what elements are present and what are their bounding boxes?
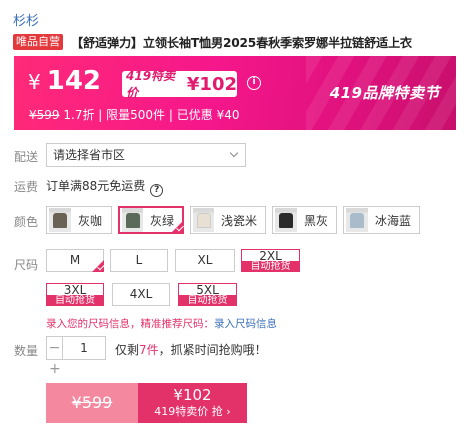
info-icon[interactable]: i <box>247 76 261 90</box>
delivery-label: 配送 <box>14 150 39 164</box>
size-info-link[interactable]: 录入尺码信息 <box>214 318 277 330</box>
self-operated-badge: 唯品自营 <box>13 34 63 50</box>
color-option-huika[interactable]: 灰咖 <box>46 206 112 234</box>
shipping-label: 运费 <box>14 180 39 194</box>
quantity-stepper: − 1 <box>46 336 106 360</box>
limited-quantity: | 限量500件 <box>98 108 166 122</box>
color-option-label: 浅瓷米 <box>220 213 257 228</box>
quantity-label: 数量 <box>14 344 39 358</box>
size-hint-text: 录入您的尺码信息，精准推荐尺码： <box>46 318 214 330</box>
stock-count: 7件 <box>139 343 159 357</box>
price-value: 142 <box>46 66 102 96</box>
product-title-row: 唯品自营 【舒适弹力】立领长袖T恤男2025春秋季索罗娜半拉链舒适上衣 <box>13 33 462 51</box>
buy-original-price-button[interactable]: ¥599 <box>46 383 138 423</box>
stock-suffix: ，抓紧时间抢购哦！ <box>158 343 267 357</box>
sale-button-action: 419特卖价 抢 › <box>154 405 231 418</box>
quantity-plus-button[interactable]: + <box>49 361 61 377</box>
discount-rate: 1.7折 <box>63 108 95 122</box>
currency-symbol: ¥ <box>28 70 41 94</box>
size-option-label: M <box>69 253 81 267</box>
brand-link[interactable]: 杉杉 <box>13 10 39 29</box>
festival-logo: 419品牌特卖节 <box>329 84 440 102</box>
color-option-binghailan[interactable]: 冰海蓝 <box>343 206 420 234</box>
auto-grab-badge: 自动抢货 <box>241 261 300 272</box>
stock-prefix: 仅剩 <box>115 343 140 357</box>
region-select[interactable]: 请选择省市区 <box>46 143 246 167</box>
color-thumbnail <box>193 208 214 232</box>
color-thumbnail <box>346 208 368 232</box>
size-option-5xl[interactable]: 5XL 自动抢货 <box>178 283 237 306</box>
question-icon[interactable]: ? <box>150 184 164 197</box>
size-option-4xl[interactable]: 4XL <box>112 283 170 306</box>
color-thumbnail <box>49 208 71 232</box>
size-option-3xl[interactable]: 3XL 自动抢货 <box>46 283 104 306</box>
original-price: ¥599 <box>29 108 60 122</box>
coupon-saving: | 已优惠 ¥40 <box>168 108 240 122</box>
product-title: 【舒适弹力】立领长袖T恤男2025春秋季索罗娜半拉链舒适上衣 <box>71 36 412 50</box>
sale-price-value: ¥102 <box>186 73 237 95</box>
shipping-info: 订单满88元免运费? <box>46 177 164 197</box>
size-option-xl[interactable]: XL <box>175 249 235 272</box>
price-details: ¥599 1.7折 | 限量500件 | 已优惠 ¥40 <box>29 106 239 123</box>
size-option-2xl[interactable]: 2XL 自动抢货 <box>241 249 300 272</box>
size-option-l[interactable]: L <box>110 249 168 272</box>
color-option-qiancimi[interactable]: 浅瓷米 <box>190 206 266 234</box>
sale-price-label: 419特卖价 <box>126 69 176 100</box>
color-option-label: 冰海蓝 <box>374 213 411 228</box>
stock-notice: 仅剩7件，抓紧时间抢购哦！ <box>115 341 267 358</box>
promo-banner: ¥142 419特卖价 ¥102 i ¥599 1.7折 | 限量500件 | … <box>14 56 456 130</box>
buy-sale-price-button[interactable]: ¥102 419特卖价 抢 › <box>138 383 247 423</box>
color-option-huilv[interactable]: 灰绿 <box>118 206 184 234</box>
quantity-input[interactable]: 1 <box>63 337 105 359</box>
color-label: 颜色 <box>14 215 39 229</box>
size-option-m[interactable]: M <box>46 249 104 272</box>
selected-check-icon <box>171 221 183 233</box>
color-thumbnail <box>122 208 143 232</box>
sale-price-box: 419特卖价 ¥102 <box>122 69 237 100</box>
chevron-down-icon <box>229 148 239 158</box>
shipping-text: 订单满88元免运费 <box>46 179 146 193</box>
sale-button-price: ¥102 <box>173 386 212 404</box>
size-option-label: 4XL <box>129 287 153 301</box>
quantity-minus-button[interactable]: − <box>47 337 63 359</box>
color-option-label: 黑灰 <box>303 213 328 228</box>
region-select-text: 请选择省市区 <box>53 148 126 162</box>
size-hint: 录入您的尺码信息，精准推荐尺码：录入尺码信息 <box>46 316 277 331</box>
selected-check-icon <box>92 260 104 272</box>
auto-grab-badge: 自动抢货 <box>46 295 104 306</box>
size-option-label: L <box>135 253 143 267</box>
size-label: 尺码 <box>14 258 39 272</box>
auto-grab-badge: 自动抢货 <box>178 295 237 306</box>
color-thumbnail <box>275 208 297 232</box>
current-price: ¥142 <box>28 66 101 96</box>
color-option-label: 灰咖 <box>78 213 103 228</box>
color-option-heihui[interactable]: 黑灰 <box>272 206 337 234</box>
size-option-label: XL <box>197 253 213 267</box>
